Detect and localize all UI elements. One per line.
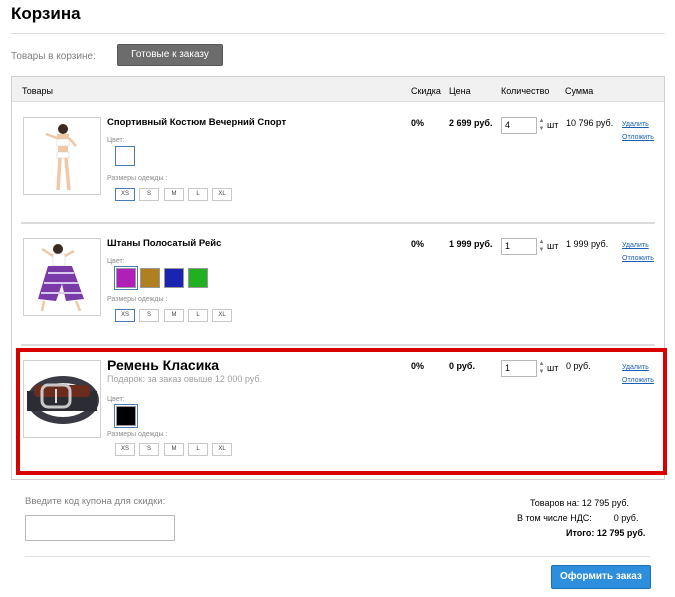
stepper-up-icon[interactable]: ▲	[537, 238, 546, 246]
item-sum: 10 796 руб.	[566, 118, 614, 128]
size-xl[interactable]: XL	[212, 309, 232, 322]
postpone-link[interactable]: Отложить	[622, 255, 654, 262]
postpone-link[interactable]: Отложить	[622, 134, 654, 141]
header-products: Товары	[22, 86, 53, 96]
size-xs[interactable]: XS	[115, 188, 135, 201]
checkout-button[interactable]: Оформить заказ	[551, 565, 651, 589]
table-header: Товары Скидка Цена Количество Сумма	[12, 77, 664, 102]
goods-total-value: 12 795 руб.	[581, 498, 629, 508]
product-image-suit[interactable]	[23, 117, 101, 195]
highlight-frame	[16, 348, 667, 475]
item-price: 1 999 руб.	[449, 239, 493, 249]
stepper-down-icon[interactable]: ▼	[537, 125, 546, 133]
product-image-pants[interactable]	[23, 238, 101, 316]
stepper-down-icon[interactable]: ▼	[537, 246, 546, 254]
size-m[interactable]: M	[164, 309, 184, 322]
goods-total: Товаров на: 12 795 руб.	[530, 498, 629, 508]
quantity-stepper[interactable]: ▲ ▼	[537, 117, 546, 134]
cart-items-label: Товары в корзине:	[11, 51, 96, 62]
page-title: Корзина	[11, 4, 81, 23]
size-l[interactable]: L	[188, 309, 208, 322]
row-divider	[21, 344, 655, 346]
sizes-label: Размеры одежды :	[107, 175, 168, 182]
size-m[interactable]: M	[164, 188, 184, 201]
color-label: Цвет:	[107, 137, 125, 144]
stepper-up-icon[interactable]: ▲	[537, 117, 546, 125]
header-sum: Сумма	[565, 86, 594, 96]
quantity-stepper[interactable]: ▲ ▼	[537, 238, 546, 255]
quantity-input[interactable]: 4	[501, 117, 537, 134]
size-xs[interactable]: XS	[115, 309, 135, 322]
product-name[interactable]: Штаны Полосатый Рейс	[107, 238, 221, 249]
grand-total: Итого: 12 795 руб.	[566, 528, 645, 538]
quantity-unit: шт	[547, 241, 559, 251]
title-divider	[11, 33, 665, 34]
sizes-label: Размеры одежды :	[107, 296, 168, 303]
row-divider	[21, 222, 655, 224]
quantity-input[interactable]: 1	[501, 238, 537, 255]
color-swatch-green[interactable]	[188, 268, 208, 288]
coupon-input[interactable]	[25, 515, 175, 541]
color-swatch-purple[interactable]	[114, 266, 138, 290]
vat-label: В том числе НДС:	[517, 513, 592, 523]
item-sum: 1 999 руб.	[566, 239, 609, 249]
color-label: Цвет:	[107, 258, 125, 265]
delete-link[interactable]: Удалить	[622, 242, 649, 249]
color-swatch-white[interactable]	[115, 146, 135, 166]
grand-total-label: Итого:	[566, 528, 595, 538]
color-swatch-brown[interactable]	[140, 268, 160, 288]
size-l[interactable]: L	[188, 188, 208, 201]
header-discount: Скидка	[411, 86, 441, 96]
color-swatch-blue[interactable]	[164, 268, 184, 288]
size-s[interactable]: S	[139, 309, 159, 322]
coupon-label: Введите код купона для скидки:	[25, 496, 166, 507]
bottom-divider	[25, 556, 650, 557]
goods-total-label: Товаров на:	[530, 498, 580, 508]
vat-value: 0 руб.	[613, 513, 639, 523]
product-name[interactable]: Спортивный Костюм Вечерний Спорт	[107, 117, 286, 128]
size-xl[interactable]: XL	[212, 188, 232, 201]
suit-photo-icon	[45, 124, 77, 191]
pants-photo-icon	[38, 244, 84, 312]
item-discount: 0%	[411, 118, 425, 128]
grand-total-value: 12 795 руб.	[596, 528, 646, 538]
vat-total: В том числе НДС: 0 руб.	[517, 513, 638, 523]
item-price: 2 699 руб.	[449, 118, 493, 128]
ready-to-order-tab[interactable]: Готовые к заказу	[117, 44, 223, 66]
header-price: Цена	[449, 86, 471, 96]
delete-link[interactable]: Удалить	[622, 121, 649, 128]
header-quantity: Количество	[501, 86, 550, 96]
quantity-unit: шт	[547, 120, 559, 130]
item-discount: 0%	[411, 239, 425, 249]
size-s[interactable]: S	[139, 188, 159, 201]
